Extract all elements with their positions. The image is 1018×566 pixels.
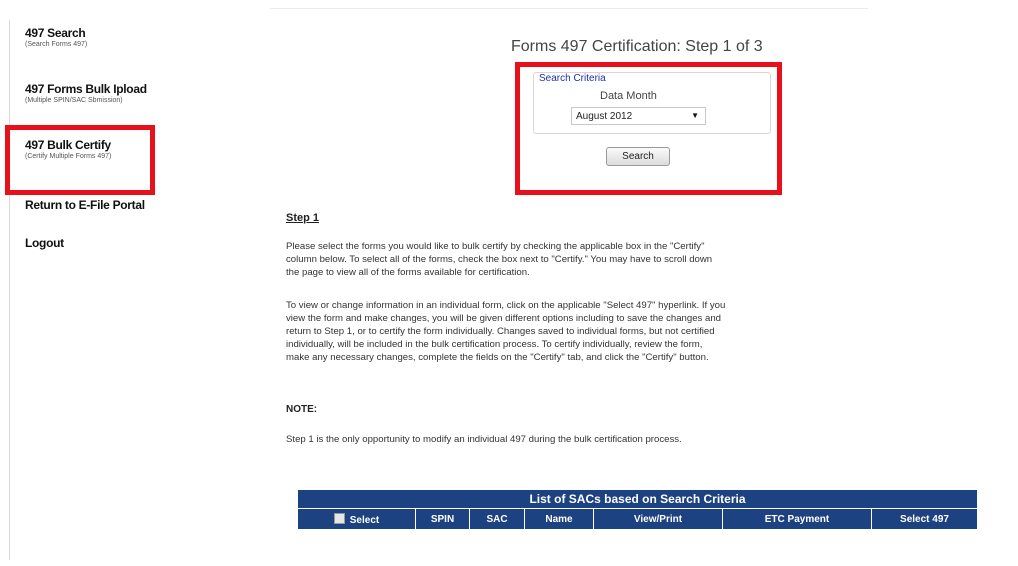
- column-header-sac: SAC: [469, 508, 525, 530]
- instructions-paragraph-2: To view or change information in an indi…: [286, 300, 726, 363]
- column-header-view-print: View/Print: [593, 508, 723, 530]
- sidebar-item-title: Return to E-File Portal: [25, 198, 145, 212]
- sidebar-item-bulk-upload[interactable]: 497 Forms Bulk Ipload (Multiple SPIN/SAC…: [25, 82, 147, 104]
- left-divider: [9, 20, 10, 560]
- sidebar-item-title: Logout: [25, 236, 64, 250]
- sidebar-item-return-portal[interactable]: Return to E-File Portal: [25, 198, 145, 212]
- sidebar-item-logout[interactable]: Logout: [25, 236, 64, 250]
- sidebar-item-title: 497 Search: [25, 26, 86, 40]
- column-header-select-497: Select 497: [871, 508, 978, 530]
- select-all-checkbox[interactable]: [333, 512, 345, 524]
- column-header-select: Select: [297, 508, 416, 530]
- sidebar-item-title: 497 Forms Bulk Ipload: [25, 82, 147, 96]
- sidebar-item-subtitle: (Search Forms 497): [25, 41, 88, 48]
- highlight-box-search-criteria: [515, 62, 782, 195]
- column-header-select-label: Select: [349, 514, 380, 526]
- sidebar-item-497-search[interactable]: 497 Search (Search Forms 497): [25, 26, 87, 48]
- column-header-spin: SPIN: [415, 508, 470, 530]
- note-text: Step 1 is the only opportunity to modify…: [286, 434, 682, 445]
- column-header-etc-payment: ETC Payment: [722, 508, 872, 530]
- step-heading: Step 1: [286, 212, 320, 224]
- table-caption: List of SACs based on Search Criteria: [297, 489, 978, 509]
- highlight-box-bulk-certify: [5, 125, 155, 195]
- sidebar-item-subtitle: (Multiple SPIN/SAC Sbmission): [25, 97, 123, 104]
- sac-list-table: List of SACs based on Search Criteria Se…: [297, 489, 978, 530]
- instructions-paragraph-1: Please select the forms you would like t…: [286, 241, 713, 278]
- note-heading: NOTE:: [286, 404, 318, 415]
- column-header-name: Name: [524, 508, 594, 530]
- page-title: Forms 497 Certification: Step 1 of 3: [511, 38, 763, 55]
- top-divider: [270, 8, 868, 9]
